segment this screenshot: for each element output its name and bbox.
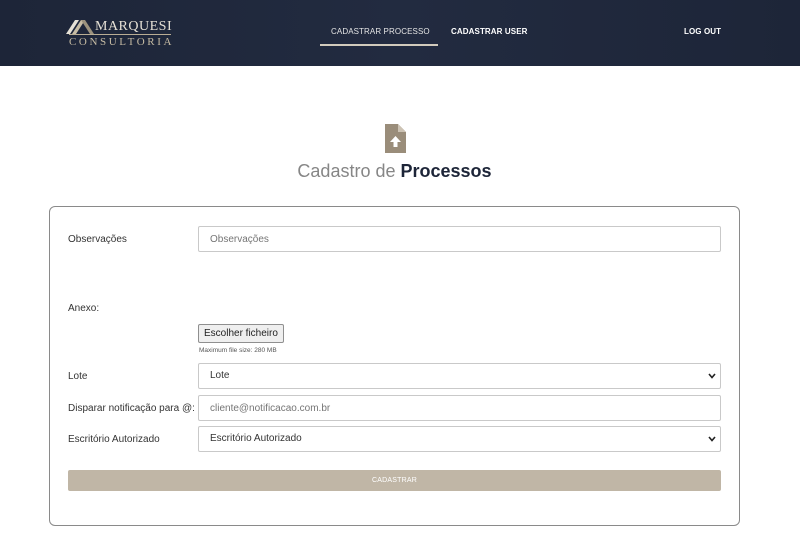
observacoes-label: Observações: [68, 234, 127, 245]
page-title-light: Cadastro de: [297, 161, 396, 181]
navbar: MARQUESI CONSULTORIA CADASTRAR PROCESSO …: [0, 0, 800, 66]
anexo-label: Anexo:: [68, 303, 100, 314]
escritorio-label: Escritório Autorizado: [68, 434, 160, 445]
file-size-help: Maximum file size: 280 MB: [199, 347, 277, 354]
chevron-down-icon: [708, 373, 716, 379]
observacoes-input[interactable]: [198, 226, 721, 252]
logo-name-top: MARQUESI: [95, 19, 173, 34]
notificacao-email-input[interactable]: [198, 395, 721, 421]
lote-select[interactable]: Lote: [198, 363, 721, 389]
chevron-down-icon: [708, 436, 716, 442]
logo-name-bottom: CONSULTORIA: [69, 36, 175, 48]
file-upload-icon: [385, 124, 406, 153]
lote-select-value: Lote: [210, 370, 230, 381]
escritorio-select[interactable]: Escritório Autorizado: [198, 426, 721, 452]
logo-mark-icon: [66, 20, 94, 34]
nav-cadastrar-user[interactable]: CADASTRAR USER: [451, 27, 528, 36]
brand-logo[interactable]: MARQUESI CONSULTORIA: [66, 18, 176, 50]
notificacao-label: Disparar notificação para @:: [68, 403, 195, 414]
page-title: Cadastro de Processos: [0, 161, 789, 182]
nav-logout[interactable]: LOG OUT: [684, 27, 721, 36]
logo-divider: [69, 34, 171, 35]
nav-active-underline: [320, 44, 438, 46]
cadastrar-button[interactable]: CADASTRAR: [68, 470, 721, 491]
nav-cadastrar-processo[interactable]: CADASTRAR PROCESSO: [331, 27, 430, 36]
lote-label: Lote: [68, 371, 88, 382]
choose-file-button[interactable]: Escolher ficheiro: [198, 324, 284, 343]
escritorio-select-value: Escritório Autorizado: [210, 433, 302, 444]
page-title-strong: Processos: [400, 161, 492, 181]
